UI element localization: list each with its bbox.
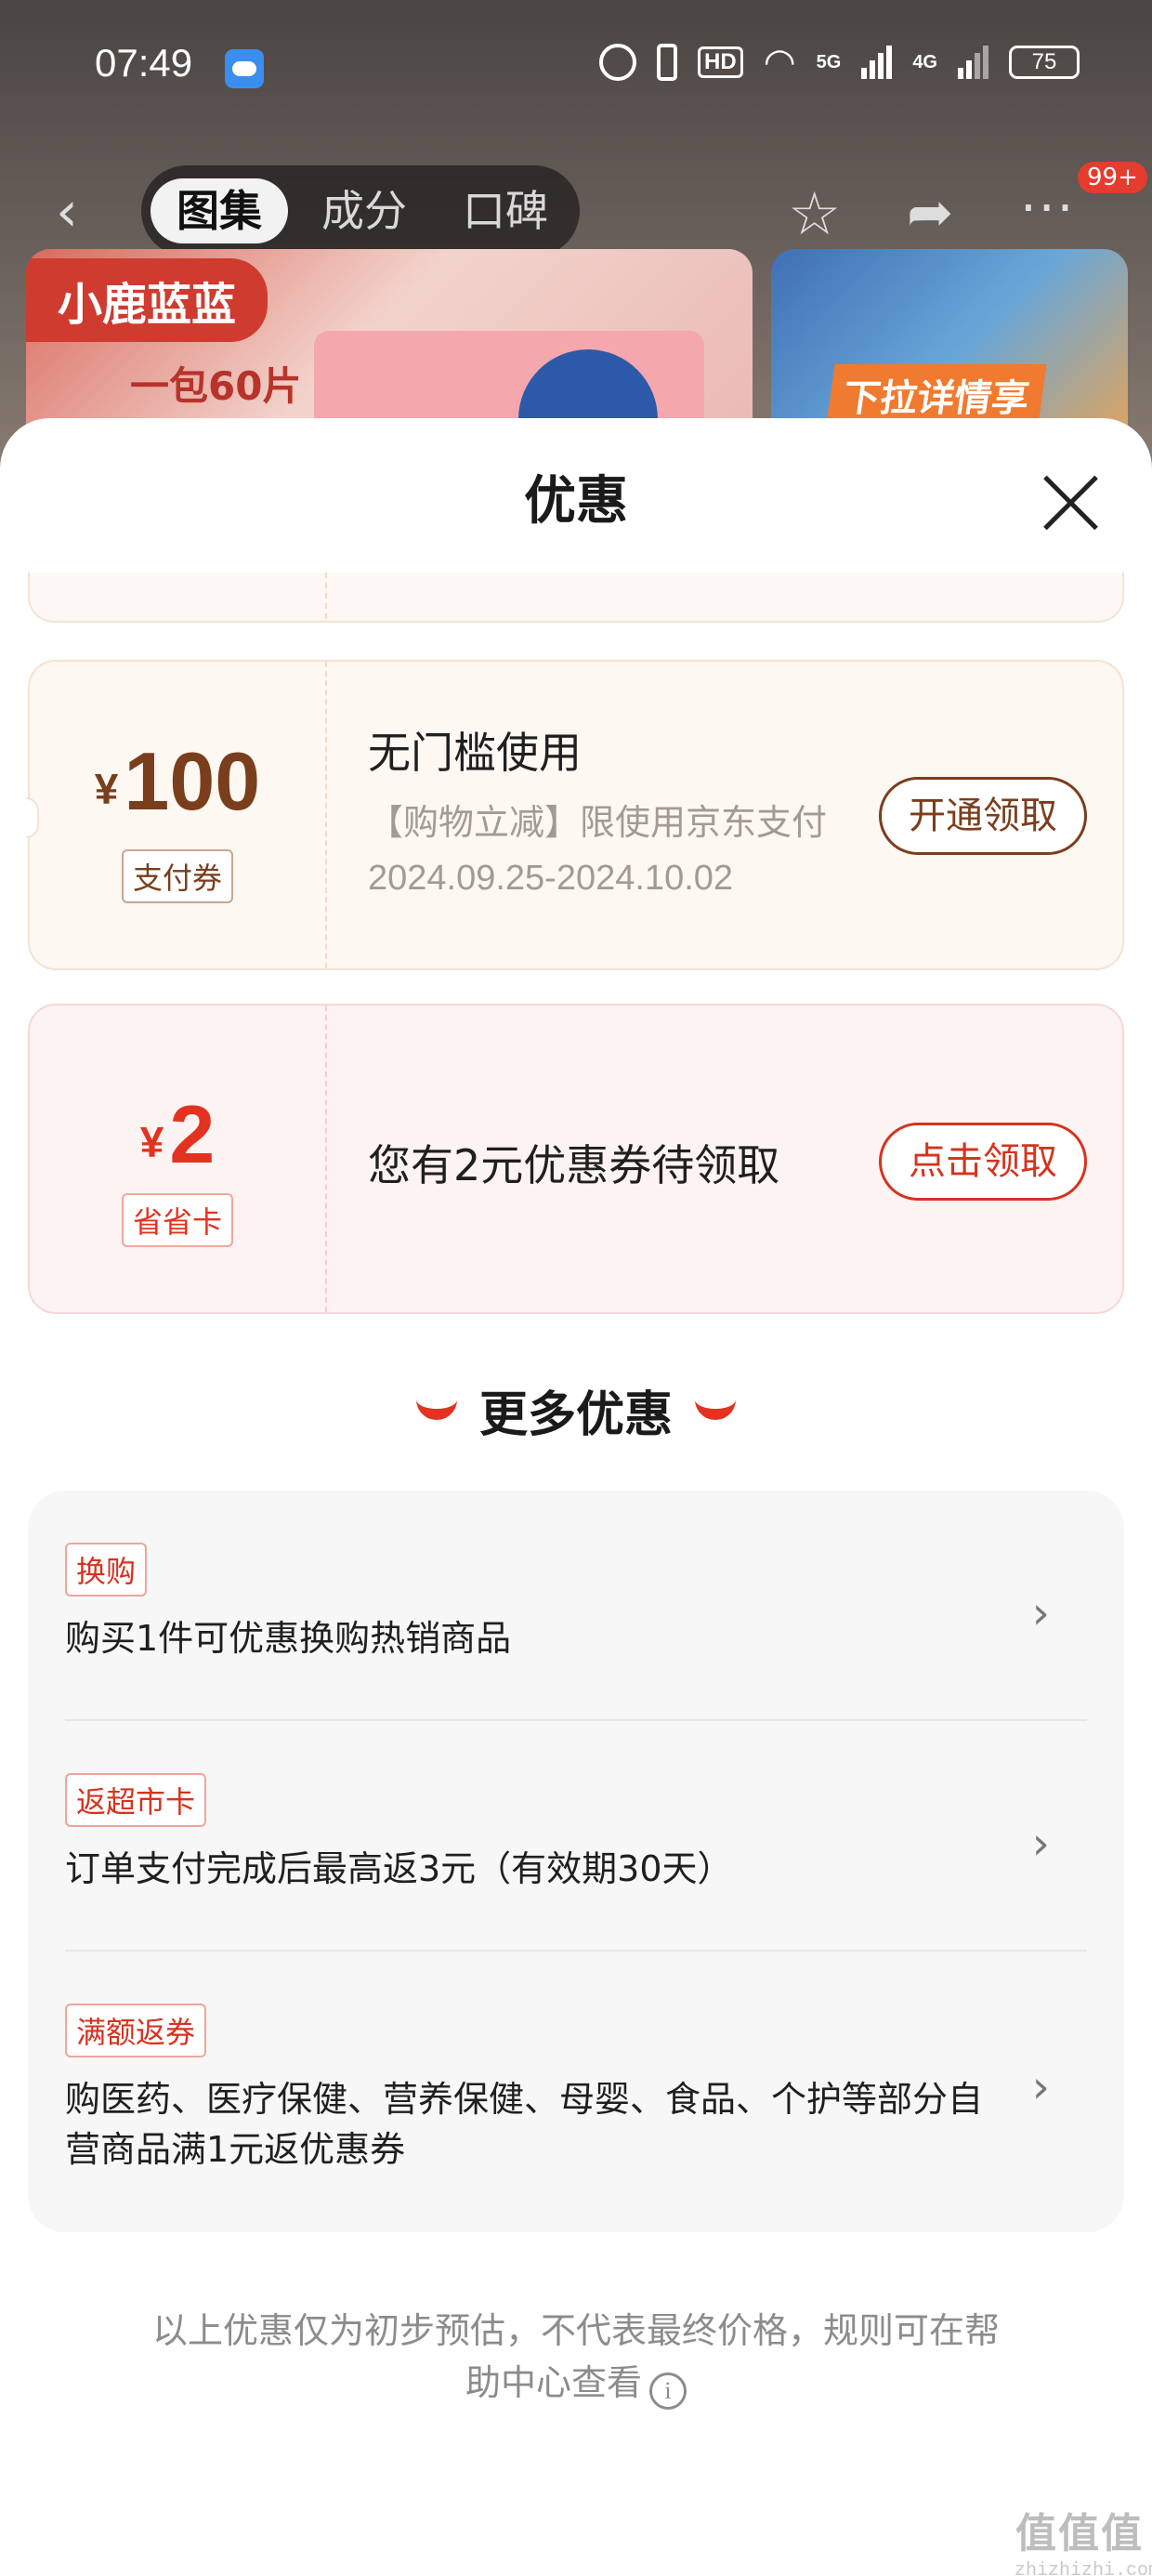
battery-icon: 75 xyxy=(1009,46,1080,79)
share-icon[interactable]: ➦ xyxy=(907,180,953,245)
watermark: 值值值 zhizhizhi.com xyxy=(1015,2500,1152,2576)
coupon-title: 无门槛使用 xyxy=(368,728,582,778)
tab-ingredients[interactable]: 成分 xyxy=(299,178,429,243)
brand-logo: 小鹿蓝蓝 xyxy=(26,258,268,342)
coupon-amount-value: 100 xyxy=(124,735,261,827)
star-icon[interactable]: ☆ xyxy=(788,180,841,249)
currency-symbol: ¥ xyxy=(94,765,119,813)
offer-text: 购医药、医疗保健、营养保健、母婴、食品、个护等部分自营商品满1元返优惠券 xyxy=(65,2079,984,2170)
watermark-site: zhizhizhi.com xyxy=(1015,2560,1152,2576)
coupon-card-payment: ¥100 支付券 无门槛使用 【购物立减】限使用京东支付 2024.09.25-… xyxy=(26,660,1124,970)
tab-bar: 图集 成分 口碑 xyxy=(141,165,580,256)
coupon-type: 支付券 xyxy=(30,849,325,903)
more-offers-list: 换购 购买1件可优惠换购热销商品 › 返超市卡 订单支付完成后最高返3元（有效期… xyxy=(28,1491,1124,2232)
smile-decoration-icon xyxy=(695,1400,736,1420)
smile-decoration-icon xyxy=(415,1400,457,1420)
divider xyxy=(65,1950,1087,1952)
click-claim-button[interactable]: 点击领取 xyxy=(879,1123,1087,1201)
network-4g-label: 4G xyxy=(912,51,937,72)
coupon-card-partial xyxy=(28,572,1124,623)
offer-item-supermarket-card[interactable]: 返超市卡 订单支付完成后最高返3元（有效期30天） › xyxy=(65,1773,1087,1950)
info-icon[interactable]: i xyxy=(649,2372,687,2410)
watermark-logo: 值值值 xyxy=(1015,2514,1144,2560)
coupon-type: 省省卡 xyxy=(30,1193,325,1247)
vibrate-icon xyxy=(657,44,678,81)
offer-item-exchange[interactable]: 换购 购买1件可优惠换购热销商品 › xyxy=(65,1543,1087,1719)
offers-sheet: 优惠 ¥100 支付券 无门槛使用 【购物立减】限使用京东支付 2024.09.… xyxy=(0,418,1152,2576)
more-offers-heading: 更多优惠 xyxy=(0,1375,1152,1445)
disclaimer-text: 以上优惠仅为初步预估，不代表最终价格，规则可在帮助中心查看 xyxy=(151,2310,1000,2403)
offer-tag: 换购 xyxy=(65,1543,148,1597)
coupon-description: 【购物立减】限使用京东支付 xyxy=(368,802,828,843)
coupon-message: 您有2元优惠券待领取 xyxy=(368,1140,780,1190)
back-icon[interactable]: ‹ xyxy=(56,184,102,240)
hd-icon: HD xyxy=(698,46,743,78)
more-icon[interactable]: ··· xyxy=(1020,178,1075,239)
coupon-type-label: 支付券 xyxy=(121,849,233,903)
close-icon[interactable] xyxy=(1041,472,1102,533)
status-bar: 07:49 HD ◠ 5G 4G 75 xyxy=(0,0,1152,139)
offer-tag: 满额返券 xyxy=(65,2004,207,2057)
signal-icon-2 xyxy=(958,46,988,79)
pull-details-banner: 下拉详情享 xyxy=(826,364,1047,426)
divider xyxy=(65,1719,1087,1721)
signal-icon xyxy=(861,46,893,79)
message-count-badge: 99+ xyxy=(1078,162,1147,193)
coupon-validity: 2024.09.25-2024.10.02 xyxy=(368,859,734,898)
alarm-icon xyxy=(599,44,637,81)
coupon-amount: ¥2 xyxy=(30,1087,325,1182)
status-time: 07:49 xyxy=(95,41,193,85)
status-icons: HD ◠ 5G 4G 75 xyxy=(599,41,1080,84)
coupon-divider xyxy=(325,662,327,968)
coupon-divider xyxy=(325,1005,327,1312)
coupon-amount: ¥100 xyxy=(30,734,325,829)
offer-item-coupon-return[interactable]: 满额返券 购医药、医疗保健、营养保健、母婴、食品、个护等部分自营商品满1元返优惠… xyxy=(65,2004,1087,2208)
chevron-right-icon: › xyxy=(1031,1587,1050,1639)
chevron-right-icon: › xyxy=(1031,2061,1050,2113)
network-5g-label: 5G xyxy=(816,51,842,72)
wifi-icon: ◠ xyxy=(763,42,796,83)
sheet-title: 优惠 xyxy=(524,471,628,532)
disclaimer: 以上优惠仅为初步预估，不代表最终价格，规则可在帮助中心查看 i xyxy=(139,2305,1013,2410)
top-nav: ‹ 图集 成分 口碑 ☆ ➦ ··· 99+ xyxy=(0,160,1152,262)
coupon-type-label: 省省卡 xyxy=(121,1193,233,1247)
more-offers-title: 更多优惠 xyxy=(478,1387,673,1443)
coupon-amount-value: 2 xyxy=(169,1088,216,1180)
weather-app-icon xyxy=(225,49,264,88)
chevron-right-icon: › xyxy=(1031,1818,1050,1870)
offer-text: 订单支付完成后最高返3元（有效期30天） xyxy=(65,1848,733,1889)
product-subtitle: 一包60片 xyxy=(130,363,302,409)
tab-gallery[interactable]: 图集 xyxy=(151,178,288,243)
currency-symbol: ¥ xyxy=(139,1118,164,1166)
activate-claim-button[interactable]: 开通领取 xyxy=(879,777,1087,855)
offer-tag: 返超市卡 xyxy=(65,1773,207,1827)
tab-reviews[interactable]: 口碑 xyxy=(440,178,570,243)
offer-text: 购买1件可优惠换购热销商品 xyxy=(65,1618,512,1659)
coupon-card-saver: ¥2 省省卡 您有2元优惠券待领取 点击领取 xyxy=(28,1004,1124,1314)
